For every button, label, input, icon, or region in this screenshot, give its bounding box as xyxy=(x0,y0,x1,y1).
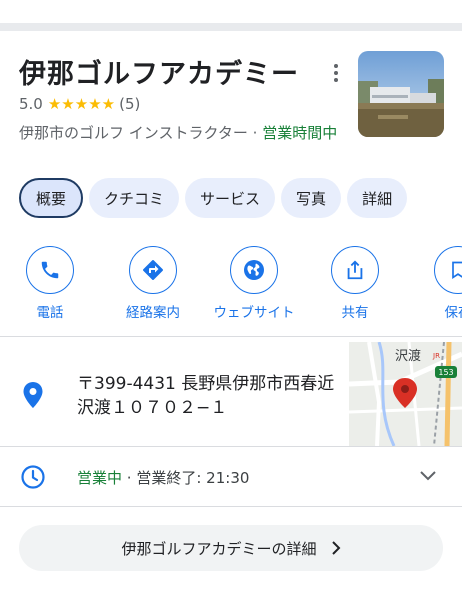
call-button[interactable]: 電話 xyxy=(0,246,100,321)
hours-open-status: 営業中 xyxy=(77,469,123,487)
review-count: (5) xyxy=(119,95,141,113)
top-bar-strip xyxy=(0,0,462,23)
rating-row[interactable]: 5.0 ★★★★★ (5) xyxy=(19,95,140,113)
save-label: 保存 xyxy=(444,305,462,321)
chevron-down-icon[interactable] xyxy=(418,468,438,484)
top-bar xyxy=(0,0,462,31)
globe-icon xyxy=(230,246,278,294)
chevron-right-icon xyxy=(331,541,340,555)
route-number: 153 xyxy=(438,368,453,377)
tab-services[interactable]: サービス xyxy=(185,178,276,218)
hours-separator: · xyxy=(126,469,132,487)
category-separator: · xyxy=(252,124,258,142)
clock-icon xyxy=(20,464,46,490)
directions-icon xyxy=(129,246,177,294)
place-category: 伊那市のゴルフ インストラクター xyxy=(19,124,248,142)
hours-close-time: 営業終了: 21:30 xyxy=(136,469,250,487)
place-photo-thumbnail[interactable] xyxy=(358,51,444,137)
bookmark-icon xyxy=(434,246,462,294)
details-button-label: 伊那ゴルフアカデミーの詳細 xyxy=(121,539,317,558)
location-pin-icon xyxy=(22,381,44,409)
tab-bar: 概要 クチコミ サービス 写真 詳細 xyxy=(19,178,408,218)
tab-photos[interactable]: 写真 xyxy=(281,178,342,218)
map-place-label: 沢渡 xyxy=(395,348,421,364)
website-button[interactable]: ウェブサイト xyxy=(204,246,304,321)
open-status: 営業時間中 xyxy=(262,124,338,142)
tab-details[interactable]: 詳細 xyxy=(347,178,408,218)
address-text[interactable]: 〒399-4431 長野県伊那市西春近沢渡１０７０２−１ xyxy=(77,372,347,420)
more-details-button[interactable]: 伊那ゴルフアカデミーの詳細 xyxy=(19,525,443,571)
divider xyxy=(0,446,462,447)
phone-icon xyxy=(26,246,74,294)
divider xyxy=(0,336,462,337)
tab-overview[interactable]: 概要 xyxy=(19,178,84,218)
more-options-icon[interactable] xyxy=(326,60,346,86)
category-line: 伊那市のゴルフ インストラクター · 営業時間中 xyxy=(19,121,349,145)
share-icon xyxy=(331,246,379,294)
share-button[interactable]: 共有 xyxy=(305,246,405,321)
divider xyxy=(0,506,462,507)
call-label: 電話 xyxy=(36,305,64,321)
tab-reviews[interactable]: クチコミ xyxy=(89,178,180,218)
directions-button[interactable]: 経路案内 xyxy=(103,246,203,321)
save-button[interactable]: 保存 xyxy=(408,246,462,321)
map-thumbnail[interactable]: 153 沢渡 JR xyxy=(349,342,462,446)
action-buttons-row: 電話 経路案内 ウェブサイト 共有 保存 xyxy=(0,246,462,322)
directions-label: 経路案内 xyxy=(126,305,180,321)
rail-badge: JR xyxy=(432,352,440,360)
place-title: 伊那ゴルフアカデミー xyxy=(19,59,299,90)
hours-row[interactable]: 営業中 · 営業終了: 21:30 xyxy=(77,467,249,488)
rating-value: 5.0 xyxy=(19,95,43,113)
share-label: 共有 xyxy=(341,305,369,321)
star-rating-icon: ★★★★★ xyxy=(47,95,116,113)
website-label: ウェブサイト xyxy=(213,305,295,321)
